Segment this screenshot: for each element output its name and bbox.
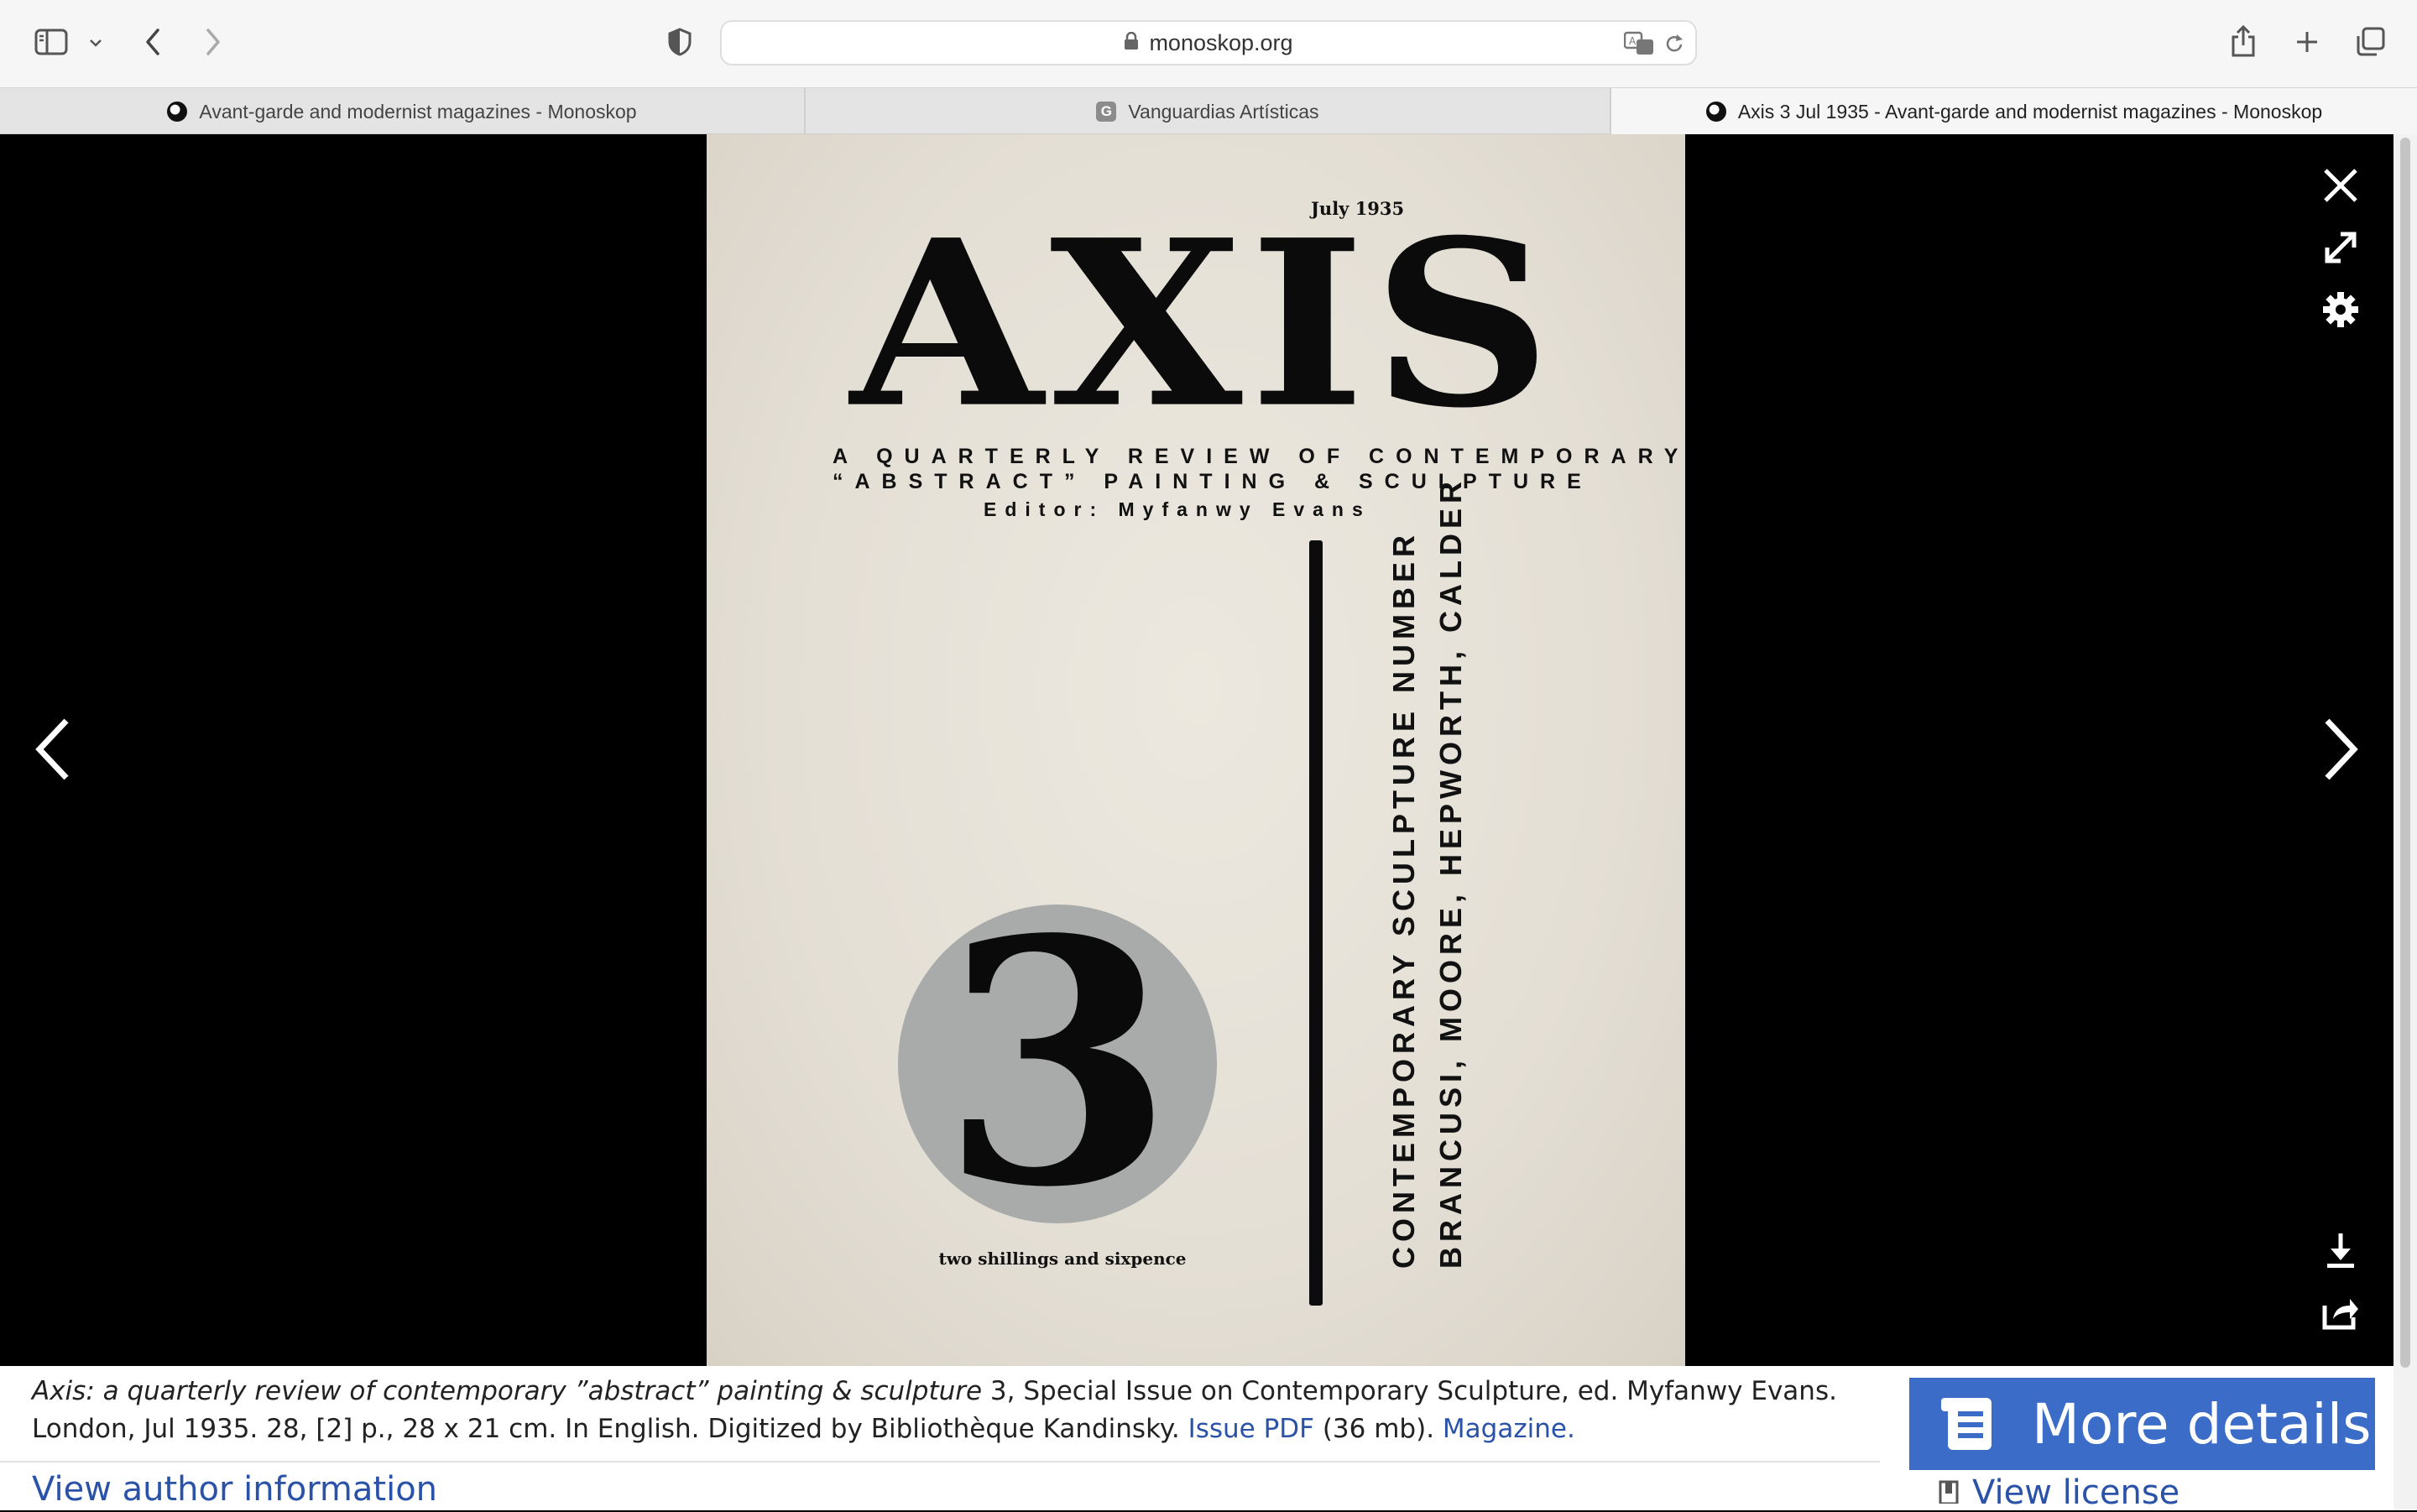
tab-vanguardias[interactable]: G Vanguardias Artísticas	[806, 88, 1610, 135]
share-icon[interactable]	[2318, 1290, 2363, 1336]
tab-title: Axis 3 Jul 1935 - Avant-garde and modern…	[1737, 100, 2323, 123]
tab-overview-icon[interactable]	[2353, 23, 2388, 60]
caption-title: Axis: a quarterly review of contemporary…	[32, 1376, 983, 1406]
view-author-link[interactable]: View author information	[32, 1470, 437, 1509]
monoskop-favicon	[167, 102, 188, 122]
scrollbar-thumb[interactable]	[2400, 138, 2410, 1368]
sidebar-icon[interactable]	[32, 25, 70, 59]
cover-vertical-line2: BRANCUSI, MOORE, HEPWORTH, CALDER	[1433, 477, 1468, 1269]
more-details-button[interactable]: More details	[1909, 1378, 2375, 1470]
issue-pdf-link[interactable]: Issue PDF	[1188, 1414, 1314, 1444]
url-text: monoskop.org	[1149, 29, 1293, 55]
cover-vertical-rule	[1309, 540, 1323, 1306]
shield-icon[interactable]	[663, 25, 697, 59]
settings-icon[interactable]	[2318, 287, 2363, 332]
magazine-link[interactable]: Magazine.	[1443, 1414, 1575, 1444]
cover-editor: Editor: Myfanwy Evans	[984, 498, 1371, 520]
license-label: View license	[1972, 1473, 2180, 1512]
prev-arrow-icon[interactable]	[27, 713, 81, 785]
back-icon[interactable]	[138, 23, 168, 60]
cover-subtitle-line1: A QUARTERLY REVIEW OF CONTEMPORARY	[833, 445, 1685, 468]
cover-title: AXIS	[850, 189, 1558, 459]
translate-icon[interactable]: A	[1623, 29, 1657, 59]
lock-icon	[1124, 30, 1139, 56]
magazine-cover-image: July 1935 AXIS A QUARTERLY REVIEW OF CON…	[707, 134, 1685, 1366]
view-license-link[interactable]: View license	[1939, 1473, 2179, 1512]
license-icon	[1939, 1473, 1959, 1512]
fullscreen-icon[interactable]	[2318, 225, 2363, 270]
caption-area: Axis: a quarterly review of contemporary…	[0, 1366, 2394, 1512]
scrollbar[interactable]	[2394, 134, 2417, 1510]
divider	[0, 1461, 1880, 1462]
forward-icon[interactable]	[198, 23, 228, 60]
cover-vertical-line1: CONTEMPORARY SCULPTURE NUMBER	[1386, 529, 1421, 1269]
document-icon	[1939, 1395, 1998, 1453]
tab-title: Vanguardias Artísticas	[1128, 100, 1319, 123]
reload-icon[interactable]	[1662, 30, 1687, 57]
monoskop-favicon	[1705, 102, 1726, 122]
cover-issue-number: 3	[940, 867, 1175, 1261]
share-icon[interactable]	[2227, 22, 2259, 60]
tab-axis-active[interactable]: Axis 3 Jul 1935 - Avant-garde and modern…	[1611, 88, 2417, 135]
chevron-down-icon[interactable]	[84, 30, 107, 55]
tab-title: Avant-garde and modernist magazines - Mo…	[199, 100, 637, 123]
caption-text: Axis: a quarterly review of contemporary…	[32, 1373, 1878, 1448]
browser-toolbar: monoskop.org A	[0, 0, 2417, 87]
address-bar[interactable]: monoskop.org A	[720, 20, 1697, 65]
close-icon[interactable]	[2318, 163, 2363, 208]
tab-avant-garde[interactable]: Avant-garde and modernist magazines - Mo…	[0, 88, 804, 135]
g-favicon: G	[1096, 102, 1117, 122]
download-icon[interactable]	[2318, 1228, 2363, 1274]
svg-text:A: A	[1629, 35, 1637, 47]
pdf-size: (36 mb).	[1313, 1414, 1443, 1444]
more-details-label: More details	[2032, 1391, 2372, 1457]
next-arrow-icon[interactable]	[2313, 713, 2367, 785]
cover-price: two shillings and sixpence	[938, 1249, 1187, 1269]
tab-bar: Avant-garde and modernist magazines - Mo…	[0, 87, 2417, 135]
new-tab-icon[interactable]	[2291, 25, 2323, 59]
